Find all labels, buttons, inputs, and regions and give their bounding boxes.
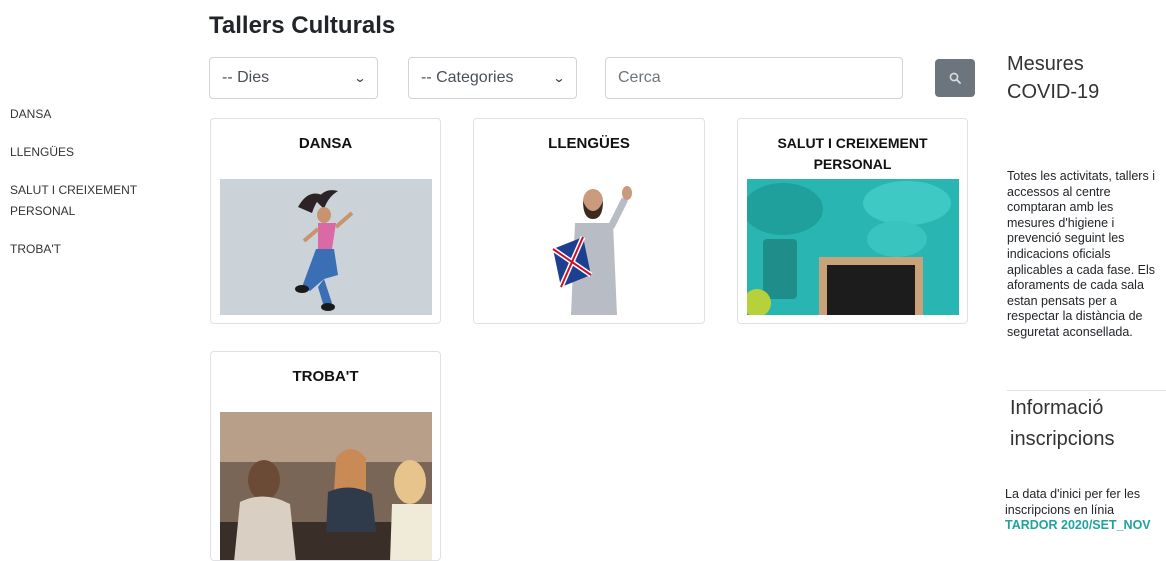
card-salut[interactable]: SALUT I CREIXEMENT PERSONAL (737, 118, 968, 324)
covid-heading: Mesures COVID-19 (1007, 53, 1100, 103)
sidebar-item-salut[interactable]: SALUT I CREIXEMENT PERSONAL (10, 180, 145, 222)
days-select-value: -- Dies (222, 69, 270, 86)
sidebar-item-llengues[interactable]: LLENGÜES (10, 142, 180, 163)
card-dansa[interactable]: DANSA (210, 118, 441, 324)
category-sidebar: DANSA LLENGÜES SALUT I CREIXEMENT PERSON… (10, 104, 180, 277)
chevron-down-icon: ⌄ (353, 71, 367, 85)
dancer-image (220, 179, 432, 315)
covid-text: Totes les activitats, tallers i accessos… (1007, 169, 1156, 339)
wellness-image (747, 179, 959, 315)
card-title: SALUT I CREIXEMENT PERSONAL (777, 135, 928, 172)
search-button[interactable] (935, 59, 975, 97)
categories-select-value: -- Categories (421, 69, 514, 86)
people-meeting-image (220, 412, 432, 560)
search-icon (949, 72, 961, 84)
page-title: Tallers Culturals (209, 12, 396, 39)
card-troba[interactable]: TROBA'T (210, 351, 441, 561)
card-title: DANSA (298, 135, 353, 152)
days-select[interactable]: -- Dies ⌄ (209, 57, 378, 99)
info-text: La data d'inici per fer les inscripcions… (1005, 487, 1161, 534)
sidebar-item-dansa[interactable]: DANSA (10, 104, 180, 125)
info-text-body: La data d'inici per fer les inscripcions… (1005, 487, 1141, 517)
divider (1007, 390, 1166, 391)
sidebar-item-troba[interactable]: TROBA'T (10, 239, 180, 260)
info-highlight[interactable]: TARDOR 2020/SET_NOV (1005, 518, 1151, 532)
card-llengues[interactable]: LLENGÜES (473, 118, 705, 324)
search-input[interactable]: Cerca (605, 57, 903, 99)
categories-select[interactable]: -- Categories ⌄ (408, 57, 577, 99)
search-placeholder: Cerca (618, 69, 661, 86)
info-heading: Informació inscripcions (1010, 397, 1115, 450)
right-column: Mesures COVID-19 Totes les activitats, t… (1007, 50, 1159, 341)
chevron-down-icon: ⌄ (552, 71, 566, 85)
card-title: LLENGÜES (548, 135, 630, 152)
card-title: TROBA'T (292, 368, 359, 385)
languages-image (483, 179, 695, 315)
